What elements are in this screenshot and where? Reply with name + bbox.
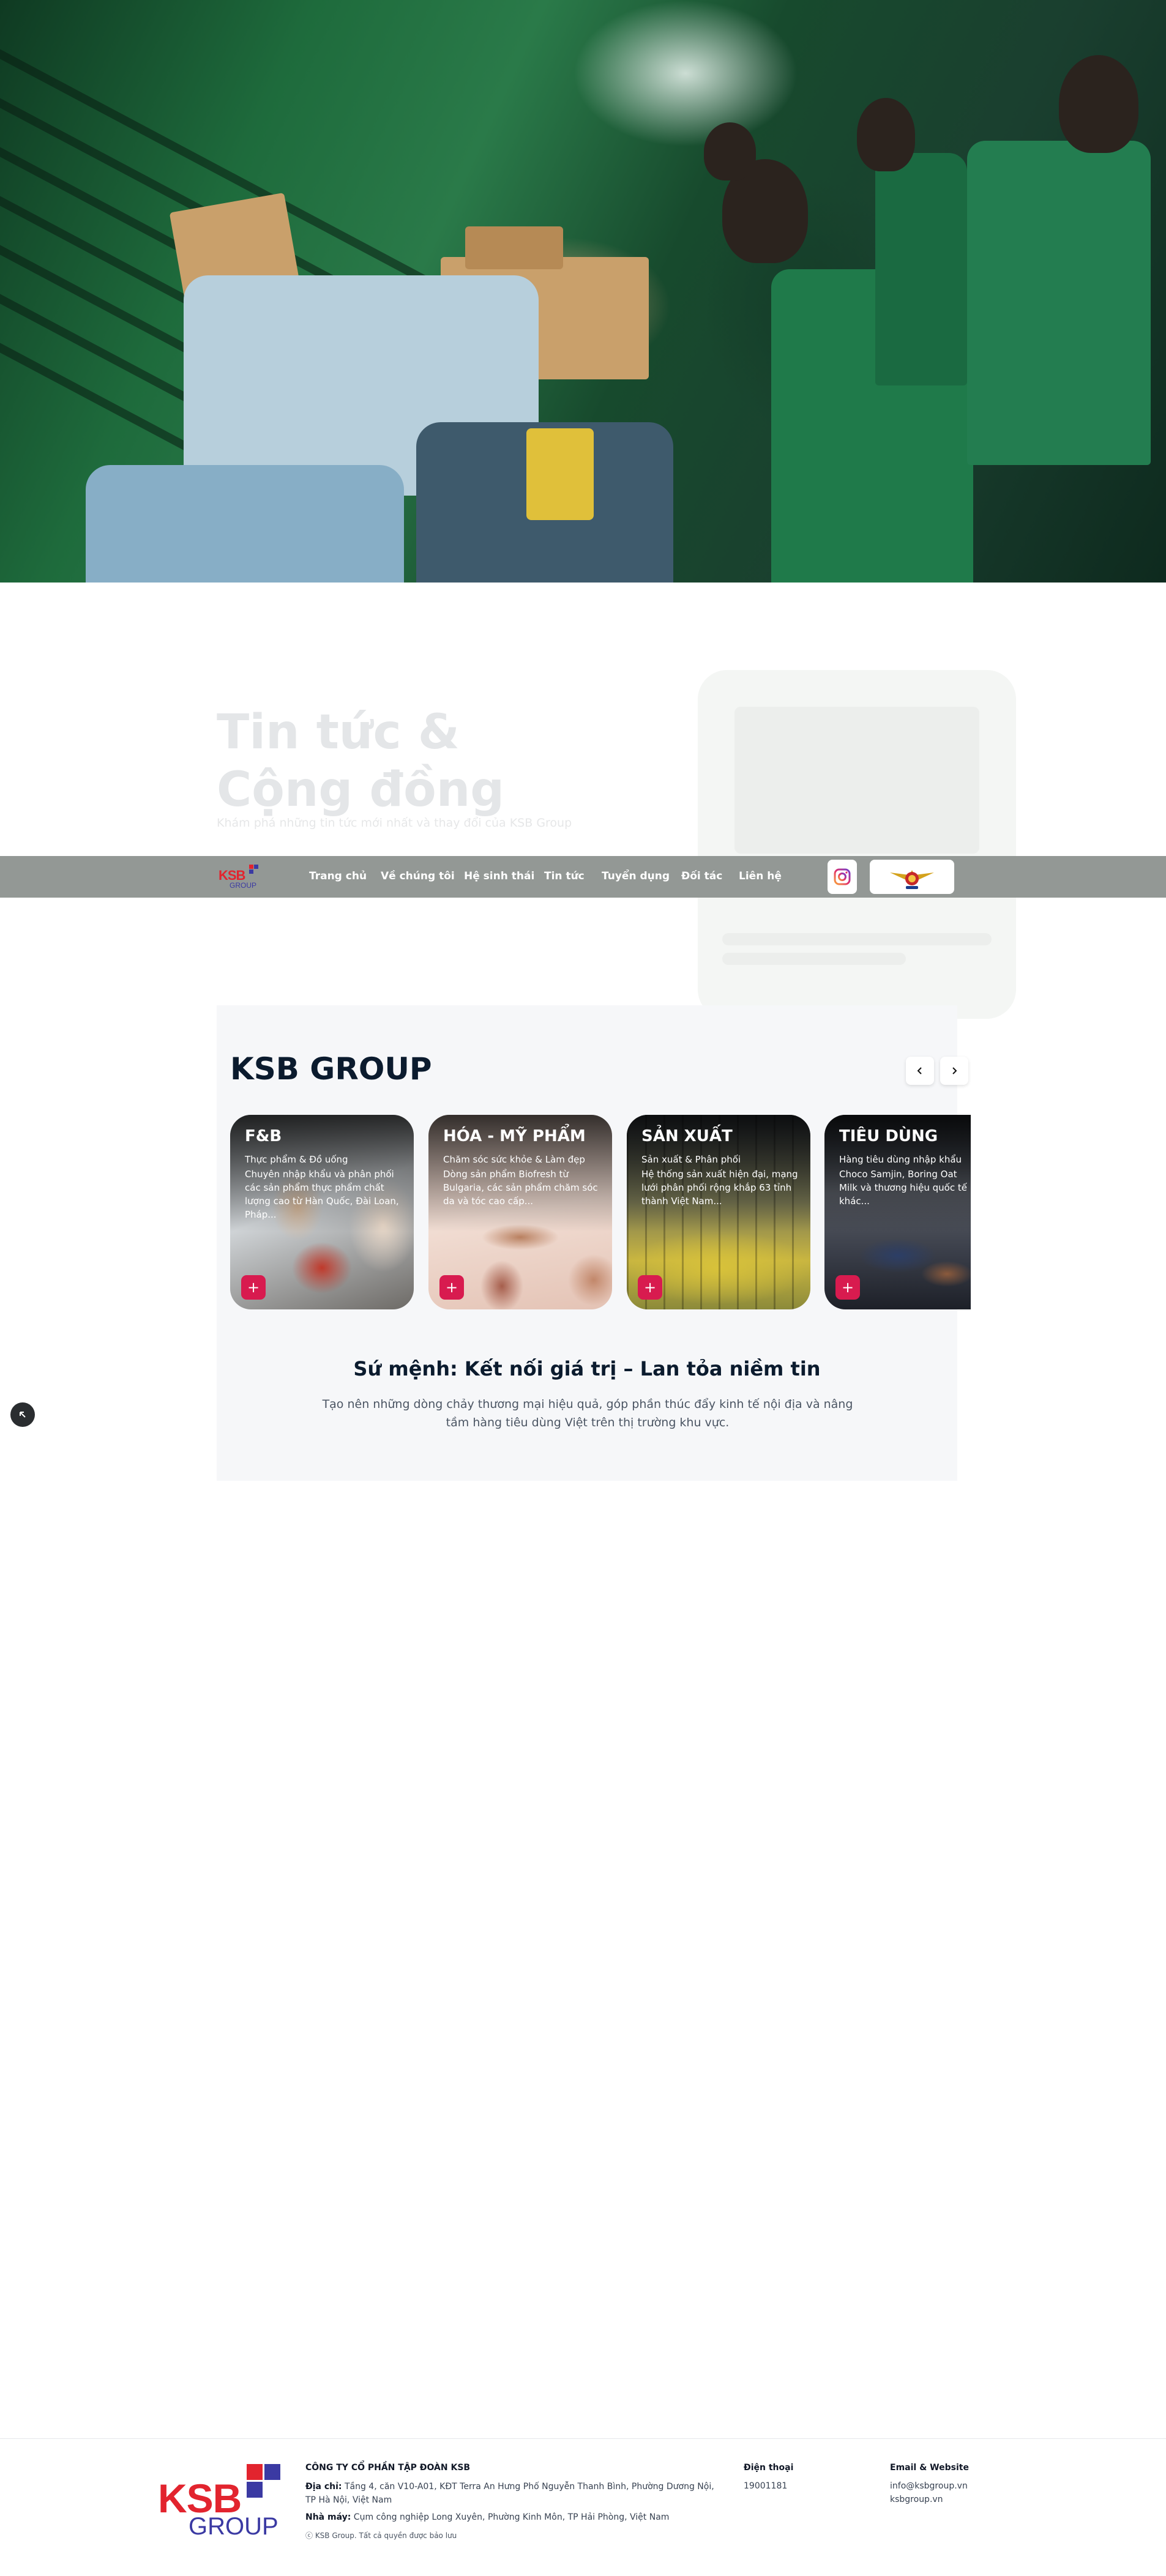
nav-contact[interactable]: Liên hệ [739,870,782,882]
card-category: Chăm sóc sức khỏe & Làm đẹp [443,1154,585,1165]
news-subtitle: Khám phá những tin tức mới nhất và thay … [217,816,572,830]
logo-group-text: GROUP [189,2513,278,2540]
news-featured-card [698,670,1016,1019]
card-expand-button[interactable]: + [439,1275,464,1300]
nav-partners[interactable]: Đối tác [681,870,722,882]
footer-website-link[interactable]: ksbgroup.vn [890,2495,943,2504]
mission-title: Sứ mệnh: Kết nối giá trị – Lan tỏa niềm … [353,1357,821,1380]
card-title: SẢN XUẤT [641,1127,733,1145]
footer-address-value: Tầng 4, căn V10-A01, KĐT Terra An Hưng P… [305,2482,714,2505]
card-expand-button[interactable]: + [835,1275,860,1300]
nav-about[interactable]: Về chúng tôi [381,870,455,882]
footer-divider [0,2438,1166,2439]
chevron-right-icon [952,1067,957,1074]
carousel-prev-button[interactable] [906,1057,934,1085]
card-title: TIÊU DÙNG [839,1127,938,1145]
instagram-icon[interactable] [828,860,857,894]
card-description: Chuyên nhập khẩu và phân phối các sản ph… [245,1169,399,1220]
nav-news[interactable]: Tin tức [544,870,585,882]
nav-ecosystem[interactable]: Hệ sinh thái [464,870,534,882]
card-category: Hàng tiêu dùng nhập khẩu [839,1154,962,1165]
card-description: Dòng sản phẩm Biofresh từ Bulgaria, các … [443,1169,598,1207]
card-description: Choco Samjin, Boring Oat Milk và thương … [839,1169,967,1207]
card-fnb[interactable]: F&B Thực phẩm & Đồ uống Chuyên nhập khẩu… [230,1115,414,1309]
card-manufacturing[interactable]: SẢN XUẤT Sản xuất & Phân phối Hệ thống s… [627,1115,810,1309]
footer-email-label: Email & Website [890,2463,969,2473]
footer-factory-label: Nhà máy: [305,2512,351,2522]
footer-copyright: ⓒ KSB Group. Tất cả quyền được bảo lưu [305,2531,457,2540]
card-category: Sản xuất & Phân phối [641,1154,741,1165]
scroll-top-button[interactable] [10,1402,35,1427]
logo-group-text: GROUP [230,881,257,890]
card-title: F&B [245,1127,282,1145]
nav-careers[interactable]: Tuyển dụng [602,870,670,882]
section-title: KSB GROUP [230,1051,432,1087]
arrow-up-left-icon [20,1412,26,1418]
carousel-next-button[interactable] [940,1057,968,1085]
emblem-badge-icon[interactable] [870,860,954,894]
footer-factory: Nhà máy: Cụm công nghiệp Long Xuyên, Phư… [305,2511,722,2524]
header-logo[interactable]: KSB GROUP [219,863,263,891]
card-category: Thực phẩm & Đồ uống [245,1154,348,1165]
footer-address-label: Địa chỉ: [305,2482,342,2492]
news-title: Tin tức & Cộng đồng [217,704,584,819]
news-title-line2: Cộng đồng [217,762,505,817]
mission-text: Tạo nên những dòng chảy thương mại hiệu … [322,1398,853,1429]
footer-factory-value: Cụm công nghiệp Long Xuyên, Phường Kinh … [353,2512,670,2522]
card-expand-button[interactable]: + [638,1275,662,1300]
chevron-left-icon [917,1067,922,1074]
nav-home[interactable]: Trang chủ [309,870,367,882]
footer-logo[interactable]: KSB GROUP [158,2463,286,2540]
footer-phone[interactable]: 19001181 [744,2481,787,2491]
card-cosmetics[interactable]: HÓA - MỸ PHẨM Chăm sóc sức khỏe & Làm đẹ… [428,1115,612,1309]
card-title: HÓA - MỸ PHẨM [443,1127,586,1145]
footer-company-name: CÔNG TY CỔ PHẦN TẬP ĐOÀN KSB [305,2463,471,2473]
footer-address: Địa chỉ: Tầng 4, căn V10-A01, KĐT Terra … [305,2480,722,2507]
news-title-line1: Tin tức & [217,705,460,760]
footer-phone-label: Điện thoại [744,2463,794,2473]
footer-email-link[interactable]: info@ksbgroup.vn [890,2481,968,2491]
card-description: Hệ thống sản xuất hiện đại, mạng lưới ph… [641,1169,798,1207]
hero-image [0,0,1166,583]
card-consumer[interactable]: TIÊU DÙNG Hàng tiêu dùng nhập khẩu Choco… [824,1115,971,1309]
card-expand-button[interactable]: + [241,1275,266,1300]
